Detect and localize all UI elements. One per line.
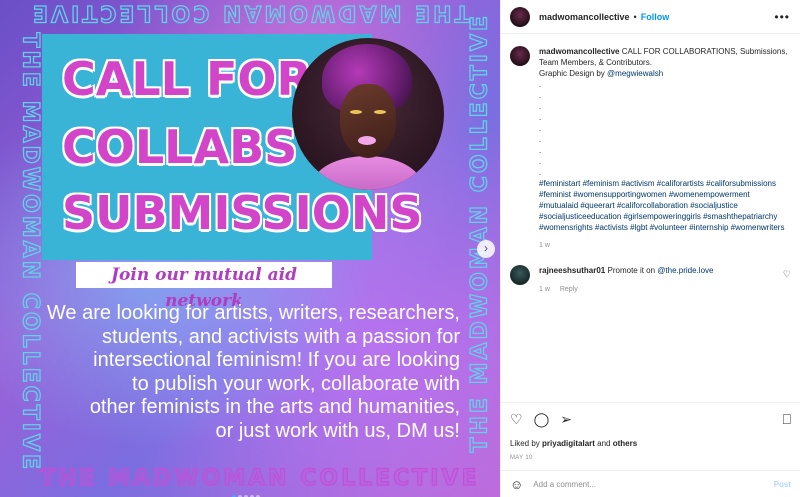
follow-button[interactable]: Follow	[641, 12, 670, 22]
comment-text: rajneeshsuthar01 Promote it on @the.prid…	[539, 265, 713, 295]
heart-icon[interactable]: ♡	[510, 411, 523, 427]
post-body-text: We are looking for artists, writers, res…	[40, 302, 460, 443]
avatar[interactable]	[510, 6, 530, 27]
caption-hashtags[interactable]: #feministart #feminism #activism #califo…	[539, 179, 784, 232]
comment-like-icon[interactable]: ♡	[783, 269, 791, 280]
post-body-line: or just work with us, DM us!	[215, 419, 460, 442]
liked-by-prefix: Liked by	[510, 439, 543, 448]
portrait-illustration	[292, 38, 444, 190]
bookmark-icon[interactable]: ⎕	[783, 411, 791, 428]
caption-dot: .	[539, 124, 542, 133]
post-actions: ♡ ◯ ➢ ⎕ Liked by priyadigitalart and oth…	[501, 402, 800, 466]
comment-meta: 1 w Reply	[539, 284, 713, 295]
comment-icon[interactable]: ◯	[534, 411, 550, 427]
comments-section[interactable]: madwomancollective CALL FOR COLLABORATIO…	[501, 34, 800, 402]
caption-mention[interactable]: @megwiewalsh	[607, 69, 663, 78]
avatar[interactable]	[510, 265, 530, 285]
liked-by: Liked by priyadigitalart and others	[510, 439, 792, 448]
share-icon[interactable]: ➢	[560, 411, 572, 427]
action-buttons: ♡ ◯ ➢	[510, 411, 792, 427]
caption-dot: .	[539, 80, 542, 89]
liked-by-others[interactable]: others	[613, 439, 637, 448]
post-image[interactable]: THE MADWOMAN COLLECTIVE THE MADWOMAN COL…	[0, 0, 500, 497]
post-subtitle: Join our mutual aid network	[76, 262, 332, 311]
post-title-line-1: CALL FOR	[62, 52, 312, 106]
chevron-right-icon[interactable]: ›	[477, 240, 495, 258]
post-sidebar: madwomancollective • Follow ••• madwoman…	[500, 0, 800, 497]
header-username[interactable]: madwomancollective	[539, 12, 630, 22]
more-options-icon[interactable]: •••	[774, 10, 790, 24]
reply-button[interactable]: Reply	[560, 286, 578, 293]
caption-dot: .	[539, 91, 542, 100]
add-comment-bar: ☺ Post	[501, 470, 800, 497]
liked-by-user[interactable]: priyadigitalart	[542, 439, 595, 448]
caption-dot: .	[539, 135, 542, 144]
caption: madwomancollective CALL FOR COLLABORATIO…	[510, 46, 791, 251]
caption-dot: .	[539, 102, 542, 111]
separator: •	[633, 11, 637, 22]
caption-username[interactable]: madwomancollective	[539, 47, 619, 56]
post-body-line: students, and activists with a passion f…	[102, 325, 460, 348]
post-date: MAY 10	[510, 455, 533, 461]
caption-dot: .	[539, 157, 542, 166]
post-body-line: other feminists in the arts and humaniti…	[89, 396, 460, 418]
caption-dot: .	[539, 113, 542, 122]
liked-by-suffix: and	[594, 439, 613, 448]
caption-dot: .	[539, 146, 542, 155]
post-title-line-3: SUBMISSIONS	[62, 186, 423, 240]
post-button[interactable]: Post	[774, 480, 791, 489]
emoji-icon[interactable]: ☺	[510, 477, 523, 492]
comment-time: 1 w	[539, 286, 550, 293]
caption-dot: .	[539, 168, 542, 177]
frame-text-top: THE MADWOMAN COLLECTIVE	[29, 0, 470, 26]
post-body-line: We are looking for artists, writers, res…	[46, 302, 460, 324]
post-body-line: intersectional feminism! If you are look…	[93, 349, 460, 371]
comment-item: rajneeshsuthar01 Promote it on @the.prid…	[510, 265, 791, 295]
carousel-indicator	[232, 486, 262, 497]
caption-time: 1 w	[539, 242, 550, 249]
post-header: madwomancollective • Follow •••	[501, 0, 800, 34]
comment-body: Promote it on	[607, 266, 658, 275]
caption-text: madwomancollective CALL FOR COLLABORATIO…	[539, 46, 791, 251]
frame-text-left: THE MADWOMAN COLLECTIVE	[17, 32, 43, 473]
comment-input[interactable]	[533, 479, 754, 489]
avatar[interactable]	[510, 46, 530, 66]
caption-credit: Graphic Design by	[539, 69, 608, 78]
comment-username[interactable]: rajneeshsuthar01	[539, 266, 605, 275]
comment-mention[interactable]: @the.pride.love	[657, 266, 713, 275]
post-body-line: to publish your work, collaborate with	[132, 372, 460, 395]
